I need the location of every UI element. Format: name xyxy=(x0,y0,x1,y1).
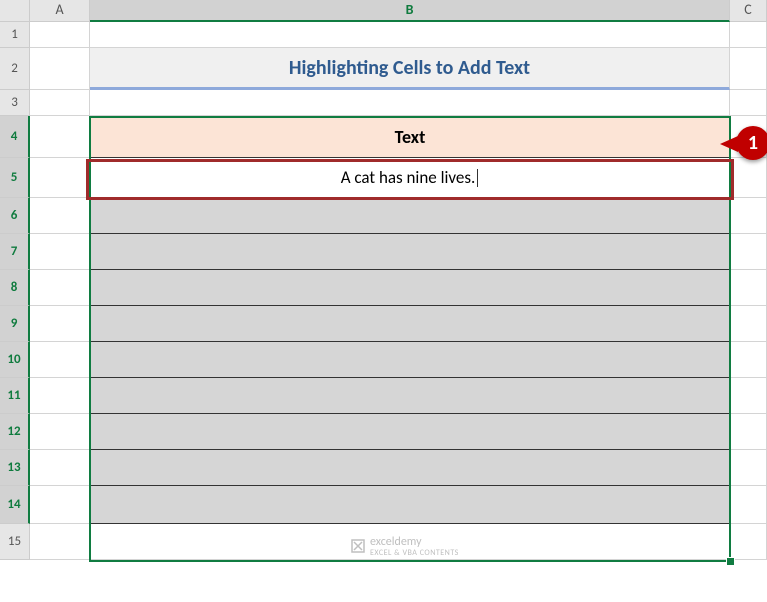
row-7: 7 xyxy=(0,234,767,270)
step-callout: 1 xyxy=(736,126,767,160)
row-1: 1 xyxy=(0,22,767,48)
cell-A12[interactable] xyxy=(30,414,90,450)
spreadsheet: A B C 1 2 Highlighting Cells to Add Text… xyxy=(0,0,767,602)
row-header-1[interactable]: 1 xyxy=(0,22,30,48)
table-header-text: Text xyxy=(395,126,426,148)
row-header-15[interactable]: 15 xyxy=(0,524,30,560)
cell-C12[interactable] xyxy=(730,414,767,450)
cell-B7[interactable] xyxy=(90,234,730,270)
cell-C6[interactable] xyxy=(730,198,767,234)
cell-C11[interactable] xyxy=(730,378,767,414)
cell-A13[interactable] xyxy=(30,450,90,486)
cell-A9[interactable] xyxy=(30,306,90,342)
row-header-10[interactable]: 10 xyxy=(0,342,30,378)
text-cursor xyxy=(477,169,478,187)
active-edit-cell[interactable]: A cat has nine lives. xyxy=(90,158,730,198)
row-header-4[interactable]: 4 xyxy=(0,116,30,158)
row-13: 13 xyxy=(0,450,767,486)
cell-C5[interactable] xyxy=(730,158,767,198)
cell-B11[interactable] xyxy=(90,378,730,414)
cell-A6[interactable] xyxy=(30,198,90,234)
cell-A3[interactable] xyxy=(30,90,90,116)
cell-B14[interactable] xyxy=(90,486,730,524)
row-14: 14 xyxy=(0,486,767,524)
col-header-C[interactable]: C xyxy=(730,0,767,22)
cell-C15[interactable] xyxy=(730,524,767,560)
cell-A4[interactable] xyxy=(30,116,90,158)
cell-B6[interactable] xyxy=(90,198,730,234)
row-4: 4 Text xyxy=(0,116,767,158)
row-12: 12 xyxy=(0,414,767,450)
row-header-8[interactable]: 8 xyxy=(0,270,30,306)
col-header-A[interactable]: A xyxy=(30,0,90,22)
cell-B12[interactable] xyxy=(90,414,730,450)
cell-B9[interactable] xyxy=(90,306,730,342)
row-header-5[interactable]: 5 xyxy=(0,158,30,198)
row-header-11[interactable]: 11 xyxy=(0,378,30,414)
cell-C1[interactable] xyxy=(730,22,767,48)
edit-text: A cat has nine lives. xyxy=(341,167,476,188)
cell-C14[interactable] xyxy=(730,486,767,524)
cell-A8[interactable] xyxy=(30,270,90,306)
table-header-cell[interactable]: Text xyxy=(90,116,730,158)
cell-A11[interactable] xyxy=(30,378,90,414)
row-header-13[interactable]: 13 xyxy=(0,450,30,486)
row-2: 2 Highlighting Cells to Add Text xyxy=(0,48,767,90)
row-header-9[interactable]: 9 xyxy=(0,306,30,342)
cell-A1[interactable] xyxy=(30,22,90,48)
cell-C10[interactable] xyxy=(730,342,767,378)
cell-B13[interactable] xyxy=(90,450,730,486)
cell-C7[interactable] xyxy=(730,234,767,270)
cell-A14[interactable] xyxy=(30,486,90,524)
row-header-12[interactable]: 12 xyxy=(0,414,30,450)
col-header-B[interactable]: B xyxy=(90,0,730,22)
row-5: 5 A cat has nine lives. xyxy=(0,158,767,198)
cell-C9[interactable] xyxy=(730,306,767,342)
fill-handle[interactable] xyxy=(726,557,735,566)
row-header-14[interactable]: 14 xyxy=(0,486,30,524)
row-10: 10 xyxy=(0,342,767,378)
row-3: 3 xyxy=(0,90,767,116)
row-15: 15 xyxy=(0,524,767,560)
cell-B15[interactable] xyxy=(90,524,730,560)
cell-A7[interactable] xyxy=(30,234,90,270)
cell-A2[interactable] xyxy=(30,48,90,90)
cell-A5[interactable] xyxy=(30,158,90,198)
cell-A15[interactable] xyxy=(30,524,90,560)
cell-B3[interactable] xyxy=(90,90,730,116)
row-header-6[interactable]: 6 xyxy=(0,198,30,234)
row-8: 8 xyxy=(0,270,767,306)
cell-C13[interactable] xyxy=(730,450,767,486)
cell-A10[interactable] xyxy=(30,342,90,378)
cell-B8[interactable] xyxy=(90,270,730,306)
title-cell[interactable]: Highlighting Cells to Add Text xyxy=(90,48,730,90)
cell-C3[interactable] xyxy=(730,90,767,116)
cell-B10[interactable] xyxy=(90,342,730,378)
cell-C8[interactable] xyxy=(730,270,767,306)
row-header-3[interactable]: 3 xyxy=(0,90,30,116)
select-all-corner[interactable] xyxy=(0,0,30,22)
row-9: 9 xyxy=(0,306,767,342)
row-6: 6 xyxy=(0,198,767,234)
cell-C2[interactable] xyxy=(730,48,767,90)
column-headers-row: A B C xyxy=(0,0,767,22)
row-header-2[interactable]: 2 xyxy=(0,48,30,90)
title-text: Highlighting Cells to Add Text xyxy=(289,56,530,80)
row-11: 11 xyxy=(0,378,767,414)
row-header-7[interactable]: 7 xyxy=(0,234,30,270)
cell-B1[interactable] xyxy=(90,22,730,48)
callout-number: 1 xyxy=(748,131,758,155)
